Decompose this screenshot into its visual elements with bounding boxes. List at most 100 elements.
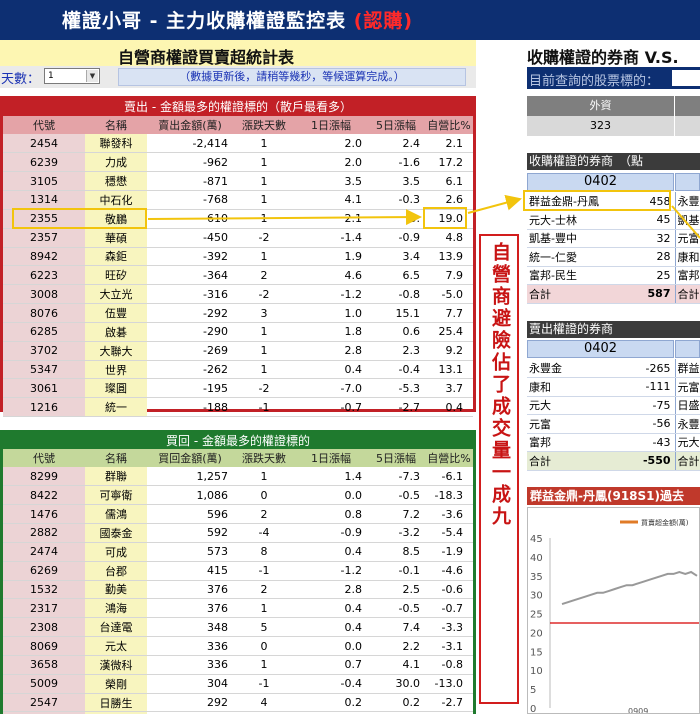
table-row[interactable]: 3008 大立光 -316 -2 -1.2 -0.8 -5.0 bbox=[3, 284, 473, 305]
cell-value: 1 bbox=[233, 171, 295, 192]
table-row[interactable]: 8942 森鉅 -392 1 1.9 3.4 13.9 bbox=[3, 247, 473, 267]
table-row[interactable]: 6239 力成 -962 1 2.0 -1.6 17.2 bbox=[3, 152, 473, 173]
table-row[interactable]: 1314 中石化 -768 1 4.1 -0.3 2.6 bbox=[3, 190, 473, 210]
cell-value: 0 bbox=[233, 636, 295, 656]
broker-row[interactable]: 永豐金 -265 群益 bbox=[527, 359, 700, 378]
broker-total-row: 合計 -550 合計 bbox=[527, 451, 700, 471]
chevron-down-icon[interactable]: ▼ bbox=[86, 70, 98, 82]
table-row[interactable]: 2882 國泰金 592 -4 -0.9 -3.2 -5.4 bbox=[3, 523, 473, 543]
broker-row[interactable]: 元大-士林 45 凱基 bbox=[527, 210, 700, 230]
cell-value: -269 bbox=[147, 341, 233, 361]
table-row[interactable]: 8076 伍豐 -292 3 1.0 15.1 7.7 bbox=[3, 303, 473, 323]
cell-value: -6.1 bbox=[425, 467, 473, 487]
table-row[interactable]: 1216 統一 -188 -1 -0.7 -2.7 0.4 bbox=[3, 397, 473, 418]
sell-brokers-table: 永豐金 -265 群益 康和 -111 元富 元大 -75 日盛 元富 -56 永豐 富邦 -43 元大 合計… bbox=[527, 359, 700, 471]
table-row[interactable]: 1476 儒鴻 596 2 0.8 7.2 -3.6 bbox=[3, 504, 473, 525]
broker-amount: -111 bbox=[635, 377, 675, 397]
table-row[interactable]: 6269 台郡 415 -1 -1.2 -0.1 -4.6 bbox=[3, 561, 473, 581]
table-row[interactable]: 5347 世界 -262 1 0.4 -0.4 13.1 bbox=[3, 360, 473, 380]
broker-row[interactable]: 凱基-豐中 32 元富 bbox=[527, 229, 700, 248]
cell-value: 1 bbox=[233, 467, 295, 487]
column-header[interactable]: 代號 bbox=[3, 116, 85, 134]
column-header[interactable]: 1日漲幅 bbox=[295, 116, 367, 134]
broker-name-next: 元富 bbox=[674, 377, 700, 397]
column-header[interactable]: 1日漲幅 bbox=[295, 449, 367, 467]
table-row[interactable]: 2357 華碩 -450 -2 -1.4 -0.9 4.8 bbox=[3, 228, 473, 248]
foreign-value: 323 bbox=[527, 116, 674, 136]
page-title: 權證小哥 - 主力收購權證監控表 (認購) bbox=[62, 10, 414, 32]
highlight-top-broker bbox=[523, 190, 671, 211]
broker-row[interactable]: 元富 -56 永豐 bbox=[527, 414, 700, 434]
table-row[interactable]: 8069 元太 336 0 0.0 2.2 -3.1 bbox=[3, 636, 473, 656]
cell-value: -0.9 bbox=[367, 228, 425, 248]
broker-name: 康和 bbox=[527, 377, 635, 397]
cell-value: 2.2 bbox=[367, 636, 425, 656]
cell-value: 7.2 bbox=[367, 504, 425, 525]
column-header[interactable]: 漲跌天數 bbox=[233, 116, 295, 134]
cell-value: -0.8 bbox=[425, 655, 473, 675]
cell-value: 7.9 bbox=[425, 265, 473, 286]
column-header[interactable]: 買回金額(萬) bbox=[147, 449, 233, 467]
y-tick-label: 0 bbox=[530, 704, 536, 713]
cell-value: 6.5 bbox=[367, 265, 425, 286]
table-row[interactable]: 2454 聯發科 -2,414 1 2.0 2.4 2.1 bbox=[3, 134, 473, 154]
column-header[interactable]: 賣出金額(萬) bbox=[147, 116, 233, 134]
broker-row[interactable]: 富邦 -43 元大 bbox=[527, 433, 700, 452]
table-row[interactable]: 6223 旺矽 -364 2 4.6 6.5 7.9 bbox=[3, 265, 473, 286]
cell-name: 大聯大 bbox=[85, 341, 147, 361]
column-header[interactable]: 名稱 bbox=[85, 449, 147, 467]
header-row: 代號 名稱 賣出金額(萬) 漲跌天數 1日漲幅 5日漲幅 自營比% bbox=[3, 116, 473, 134]
cell-value: 4.1 bbox=[367, 655, 425, 675]
cell-code: 2454 bbox=[3, 134, 85, 154]
cell-name: 穩懋 bbox=[85, 171, 147, 192]
column-header[interactable]: 代號 bbox=[3, 449, 85, 467]
days-dropdown[interactable]: 1 ▼ bbox=[44, 68, 100, 84]
table-row[interactable]: 2547 日勝生 292 4 0.2 0.2 -2.7 bbox=[3, 693, 473, 713]
table-row[interactable]: 8299 群聯 1,257 1 1.4 -7.3 -6.1 bbox=[3, 467, 473, 487]
cell-value: -1.2 bbox=[295, 284, 367, 305]
cell-value: 0.4 bbox=[295, 542, 367, 562]
column-header[interactable]: 5日漲幅 bbox=[367, 449, 425, 467]
table-row[interactable]: 3658 漢微科 336 1 0.7 4.1 -0.8 bbox=[3, 655, 473, 675]
broker-row[interactable]: 元大 -75 日盛 bbox=[527, 396, 700, 415]
buy-table: 代號 名稱 買回金額(萬) 漲跌天數 1日漲幅 5日漲幅 自營比% 8299 群聯 1,257 1… bbox=[3, 449, 473, 714]
table-row[interactable]: 1532 勤美 376 2 2.8 2.5 -0.6 bbox=[3, 580, 473, 600]
table-row[interactable]: 3061 璨圓 -195 -2 -7.0 -5.3 3.7 bbox=[3, 378, 473, 399]
buy-brokers-title: 收購權證的券商 （點 bbox=[527, 153, 700, 170]
cell-code: 1216 bbox=[3, 397, 85, 418]
cell-name: 世界 bbox=[85, 360, 147, 380]
cell-value: 25.4 bbox=[425, 322, 473, 342]
table-row[interactable]: 2474 可成 573 8 0.4 8.5 -1.9 bbox=[3, 542, 473, 562]
table-row[interactable]: 2308 台達電 348 5 0.4 7.4 -3.3 bbox=[3, 617, 473, 638]
table-row[interactable]: 5009 榮剛 304 -1 -0.4 30.0 -13.0 bbox=[3, 674, 473, 694]
cell-name: 日勝生 bbox=[85, 693, 147, 713]
column-header[interactable]: 漲跌天數 bbox=[233, 449, 295, 467]
cell-value: 4.1 bbox=[295, 190, 367, 210]
y-tick-label: 45 bbox=[530, 534, 543, 545]
table-row[interactable]: 6285 啟碁 -290 1 1.8 0.6 25.4 bbox=[3, 322, 473, 342]
broker-row[interactable]: 康和 -111 元富 bbox=[527, 377, 700, 397]
stock-query-input[interactable] bbox=[672, 70, 700, 86]
cell-value: 348 bbox=[147, 617, 233, 638]
cell-code: 2317 bbox=[3, 598, 85, 619]
broker-row[interactable]: 富邦-民生 25 富邦 bbox=[527, 266, 700, 285]
cell-code: 3658 bbox=[3, 655, 85, 675]
broker-row[interactable]: 統一-仁愛 28 康和 bbox=[527, 247, 700, 267]
cell-code: 5009 bbox=[3, 674, 85, 694]
left-panel-title: 自營商權證買賣超統計表 bbox=[118, 48, 295, 67]
next-header-cell bbox=[674, 96, 700, 116]
table-row[interactable]: 3702 大聯大 -269 1 2.8 2.3 9.2 bbox=[3, 341, 473, 361]
cell-value: 8 bbox=[233, 542, 295, 562]
column-header[interactable]: 自營比% bbox=[425, 116, 473, 134]
broker-amount: -43 bbox=[635, 433, 675, 452]
column-header[interactable]: 自營比% bbox=[425, 449, 473, 467]
table-row[interactable]: 8422 可寧衛 1,086 0 0.0 -0.5 -18.3 bbox=[3, 485, 473, 506]
cell-value: 4.8 bbox=[425, 228, 473, 248]
cell-value: 336 bbox=[147, 636, 233, 656]
table-row[interactable]: 2317 鴻海 376 1 0.4 -0.5 -0.7 bbox=[3, 598, 473, 619]
column-header[interactable]: 名稱 bbox=[85, 116, 147, 134]
column-header[interactable]: 5日漲幅 bbox=[367, 116, 425, 134]
cell-value: -3.6 bbox=[425, 504, 473, 525]
table-row[interactable]: 3105 穩懋 -871 1 3.5 3.5 6.1 bbox=[3, 171, 473, 192]
broker-amount: 28 bbox=[635, 247, 675, 267]
